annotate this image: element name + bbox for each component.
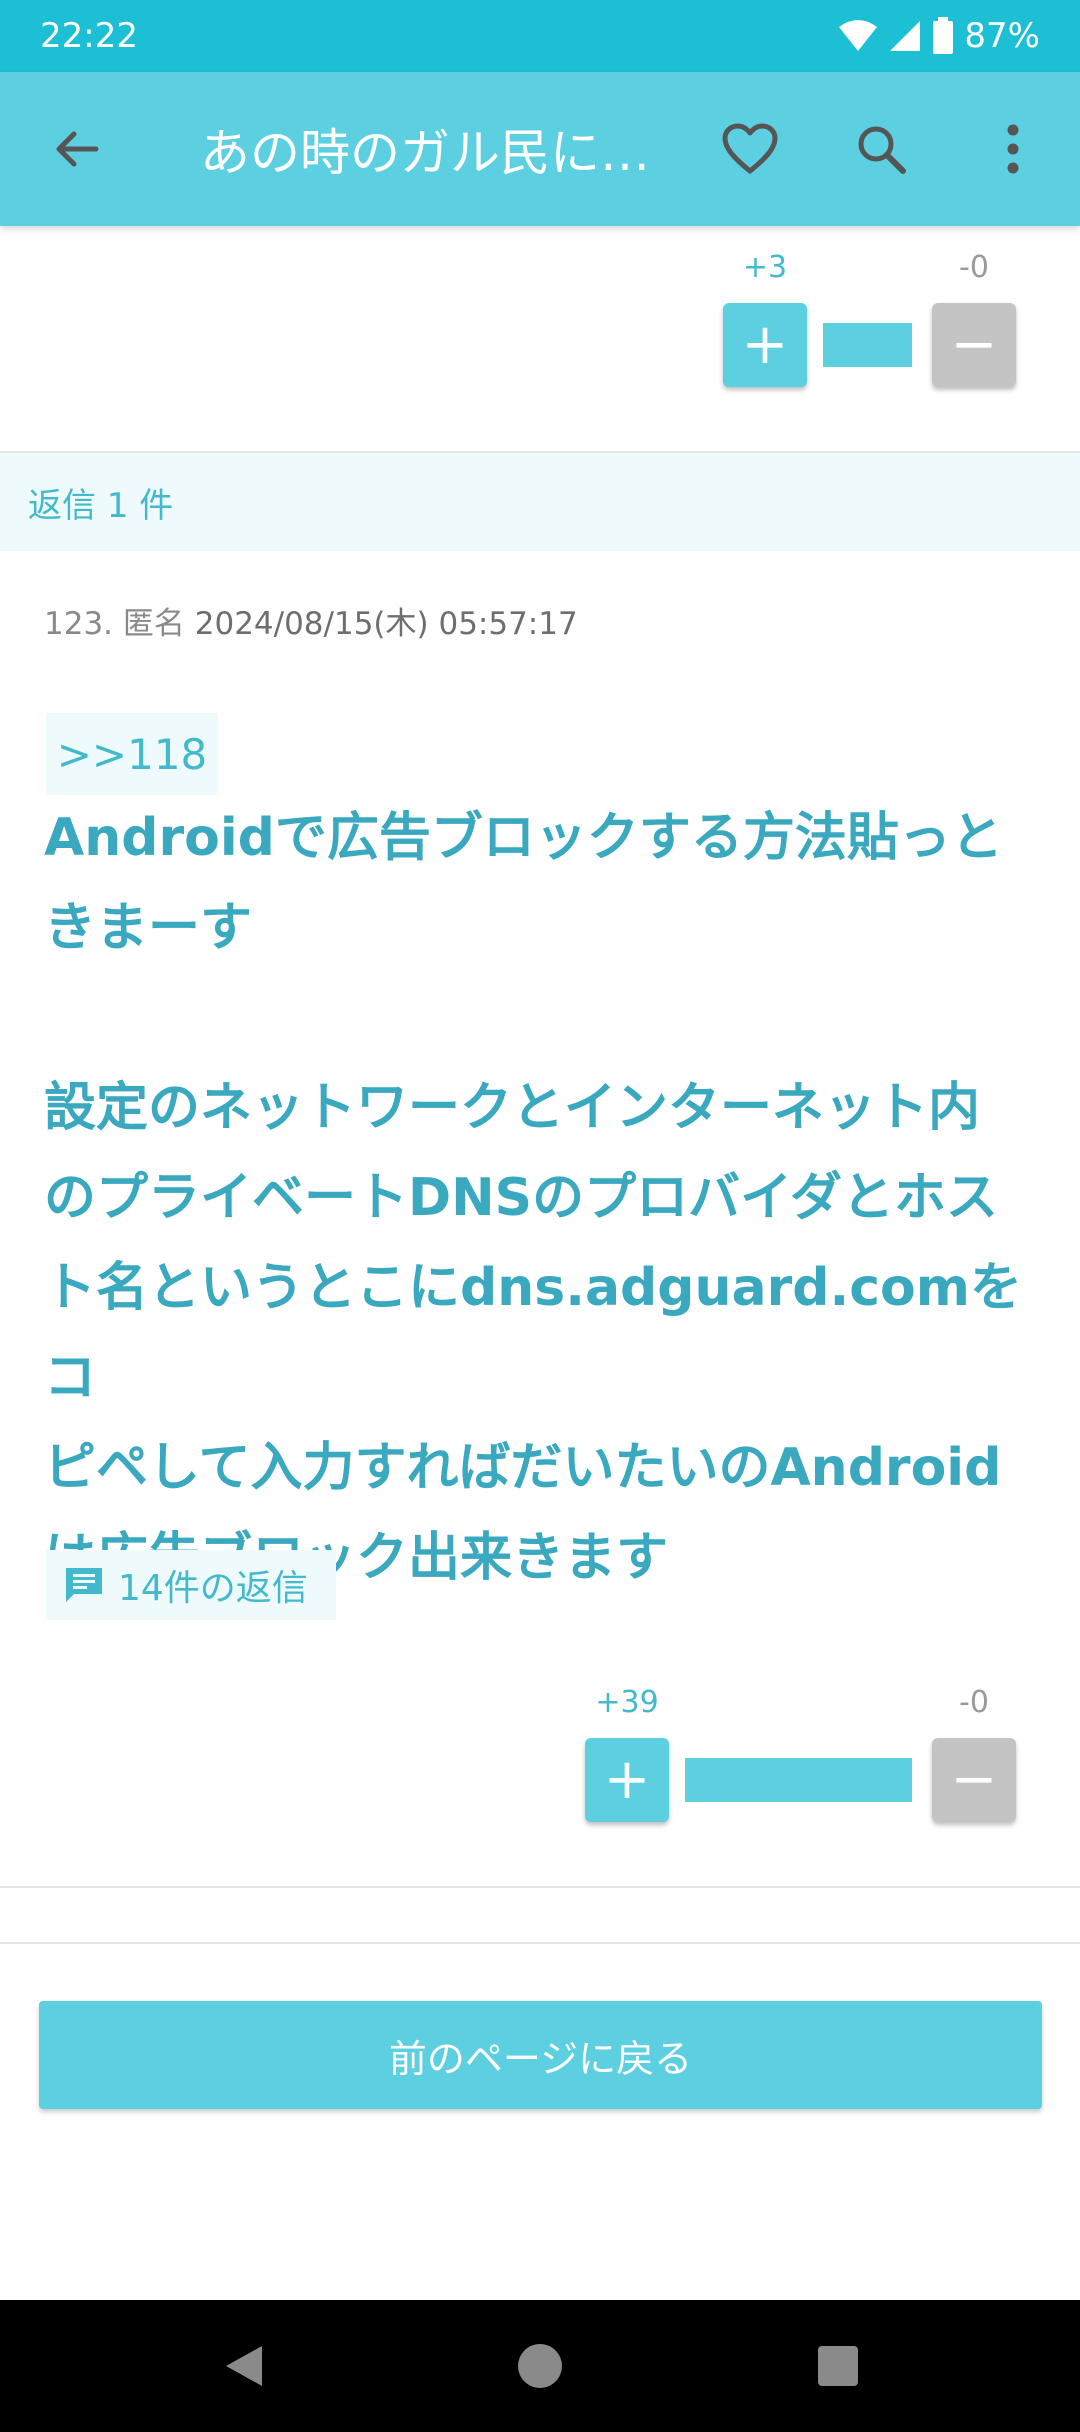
divider: [0, 1886, 1080, 1888]
minus-vote-count: -0: [959, 250, 989, 285]
battery-percent: 87%: [964, 16, 1040, 56]
plus-vote-button[interactable]: +: [585, 1738, 669, 1822]
more-vert-icon: [1007, 124, 1019, 174]
battery-icon: [933, 17, 954, 54]
reply-anchor-link[interactable]: >>118: [46, 713, 218, 795]
nav-recents-button[interactable]: [778, 2300, 898, 2432]
nav-home-button[interactable]: [480, 2300, 600, 2432]
back-to-previous-page-button[interactable]: 前のページに戻る: [39, 2001, 1042, 2109]
plus-vote-count: +39: [595, 1685, 659, 1720]
system-nav-bar: [0, 2300, 1080, 2432]
comment-author: 匿名: [122, 606, 185, 642]
more-options-button[interactable]: [958, 72, 1068, 226]
nav-home-icon: [518, 2344, 562, 2388]
comment-number: 123.: [44, 606, 114, 642]
search-button[interactable]: [826, 72, 936, 226]
wifi-icon: [839, 20, 878, 51]
search-icon: [858, 126, 906, 174]
comment-body: Androidで広告ブロックする方法貼っと きまーす 設定のネットワークとインタ…: [44, 808, 1022, 1588]
comment-icon: [66, 1568, 102, 1602]
status-bar: 22:22 87%: [0, 0, 1080, 72]
page-title: あの時のガル民に…: [200, 124, 650, 182]
plus-vote-button[interactable]: +: [723, 303, 807, 387]
vote-ratio-bar: [685, 1758, 912, 1802]
heart-icon: [722, 123, 778, 174]
vote-ratio-bar: [823, 323, 912, 367]
replies-link[interactable]: 14件の返信: [46, 1550, 336, 1620]
status-icons: 87%: [838, 16, 1040, 56]
favorite-button[interactable]: [695, 72, 805, 226]
plus-vote-count: +3: [742, 250, 788, 285]
back-button[interactable]: [22, 72, 132, 226]
signal-icon: [890, 21, 921, 51]
divider: [0, 1942, 1080, 1944]
nav-back-button[interactable]: [184, 2300, 304, 2432]
comment-meta: 123. 匿名 2024/08/15(木) 05:57:17: [44, 598, 578, 643]
minus-vote-count: -0: [959, 1685, 989, 1720]
comment-date: 2024/08/15(木) 05:57:17: [194, 606, 578, 642]
minus-vote-button[interactable]: −: [932, 1738, 1016, 1822]
app-bar: あの時のガル民に…: [0, 72, 1080, 226]
minus-vote-button[interactable]: −: [932, 303, 1016, 387]
nav-back-icon: [226, 2346, 262, 2386]
status-time: 22:22: [40, 16, 138, 56]
replies-link-label: 14件の返信: [118, 1568, 308, 1609]
nav-recents-icon: [818, 2346, 858, 2386]
reply-count-header: 返信 1 件: [0, 453, 1080, 551]
back-arrow-icon: [56, 131, 99, 167]
